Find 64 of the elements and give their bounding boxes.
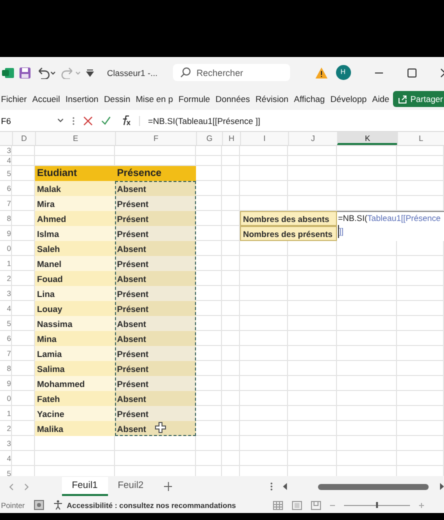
table-cell: Présent (115, 211, 196, 226)
table-cell: Saleh (35, 241, 115, 256)
table-cell: Louay (35, 301, 115, 316)
ribbon-tab[interactable]: Révision (255, 94, 288, 104)
table-cell: Yacine (35, 406, 115, 421)
table-cell: Fateh (35, 391, 115, 406)
table-cell: Présent (115, 376, 196, 391)
sheet-tab[interactable]: Feuil1 (62, 477, 108, 496)
table-cell: Malak (35, 181, 115, 196)
table-cell: Absent (115, 181, 196, 196)
name-box[interactable]: F6 (0, 116, 64, 126)
table-cell: Absent (115, 391, 196, 406)
table-cell: Présent (115, 346, 196, 361)
column-header[interactable]: D (12, 132, 35, 145)
ribbon-tab[interactable]: Fichier (1, 94, 27, 104)
ribbon-tab[interactable]: Dessin (104, 94, 130, 104)
table-cell: Nassima (35, 316, 115, 331)
ribbon-tab[interactable]: Données (216, 94, 250, 104)
column-header[interactable]: I (240, 132, 288, 145)
ribbon-tab[interactable]: Accueil (32, 94, 60, 104)
column-header[interactable]: L (397, 132, 444, 145)
table-cell: Mina (35, 331, 115, 346)
table-cell: Mohammed (35, 376, 115, 391)
table-cell: Absent (115, 316, 196, 331)
summary-label: Nombres des présents (240, 226, 337, 241)
table-header-cell: Présence (115, 166, 196, 181)
share-button[interactable]: Partager (393, 91, 444, 107)
table-cell: Malika (35, 421, 115, 436)
table-cell: Présent (115, 406, 196, 421)
table-cell: Manel (35, 256, 115, 271)
document-title: Classeur1 -... (107, 68, 158, 78)
ribbon-tab[interactable]: Mise en p (136, 94, 174, 104)
table-cell: Présent (115, 256, 196, 271)
table-cell: Absent (115, 241, 196, 256)
ribbon-tab[interactable]: Insertion (66, 94, 98, 104)
table-cell: Lamia (35, 346, 115, 361)
table-cell: Présent (115, 361, 196, 376)
table-cell: Fouad (35, 271, 115, 286)
sheet-tab[interactable]: Feuil2 (108, 477, 154, 496)
table-cell: Salima (35, 361, 115, 376)
formula-field[interactable]: =NB.SI(Tableau1[[Présence ]] (139, 116, 444, 126)
column-header[interactable]: F (115, 132, 196, 145)
table-cell: Présent (115, 301, 196, 316)
table-cell: Ahmed (35, 211, 115, 226)
table-cell: Absent (115, 271, 196, 286)
table-cell: Islma (35, 226, 115, 241)
table-cell: Présent (115, 226, 196, 241)
ribbon-tab[interactable]: Développ (330, 94, 367, 104)
summary-label: Nombres des absents (240, 211, 337, 226)
column-header[interactable]: H (222, 132, 240, 145)
column-header[interactable]: G (196, 132, 222, 145)
editing-cell[interactable]: =NB.SI(Tableau1[[Présence ]] (337, 211, 444, 241)
ribbon-tab[interactable]: Aide (372, 94, 390, 104)
table-cell: Mira (35, 196, 115, 211)
table-cell: Présent (115, 196, 196, 211)
table-cell: Présent (115, 286, 196, 301)
ribbon-tab[interactable]: Affichag (294, 94, 325, 104)
column-header[interactable]: E (35, 132, 115, 145)
column-header[interactable]: K (337, 132, 397, 145)
table-cell: Lina (35, 286, 115, 301)
search-field[interactable]: Rechercher (172, 64, 290, 81)
ribbon-tab[interactable]: Formule (178, 94, 210, 104)
table-header-cell: Etudiant (35, 166, 115, 181)
table-cell: Absent (115, 331, 196, 346)
